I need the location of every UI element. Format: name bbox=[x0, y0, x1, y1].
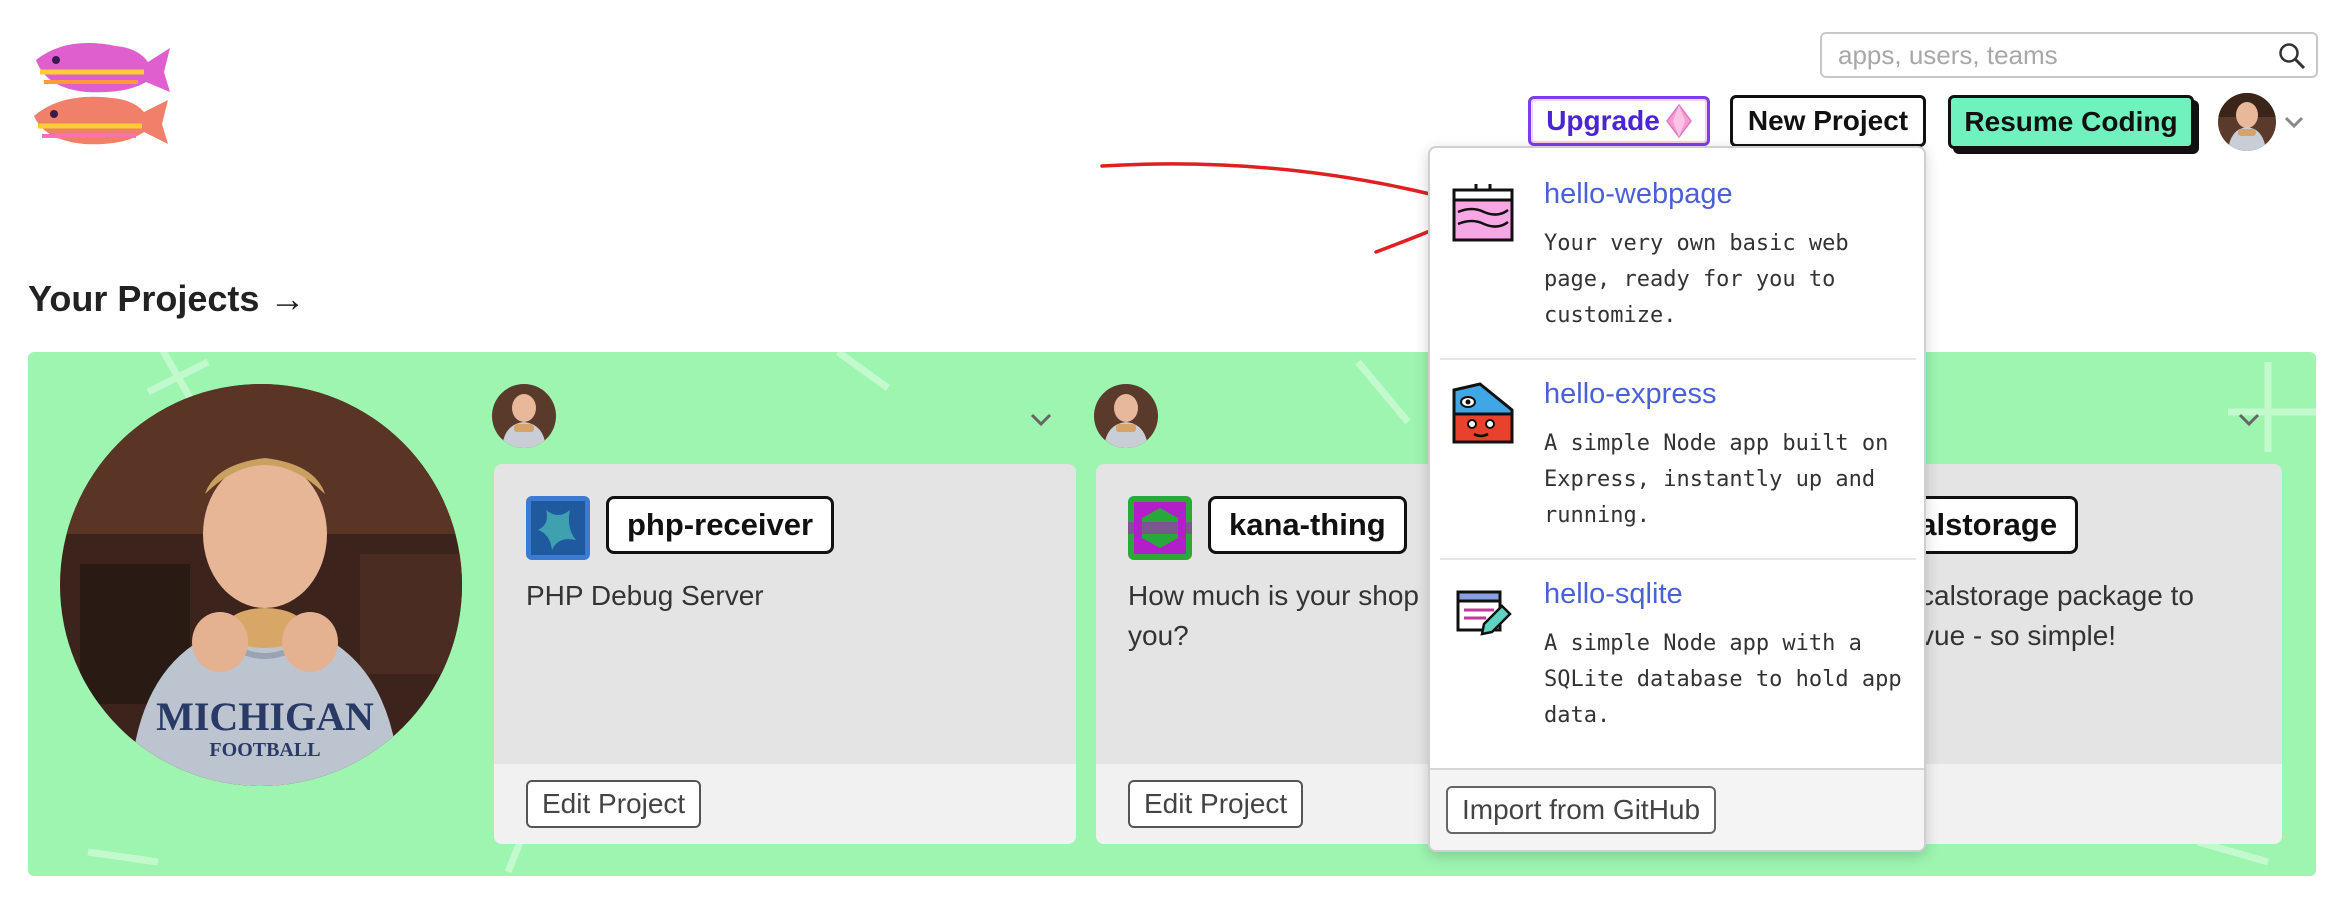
menu-item-description: A simple Node app with a SQLite database… bbox=[1544, 631, 1902, 728]
upgrade-button[interactable]: Upgrade bbox=[1528, 96, 1710, 146]
search-box[interactable] bbox=[1820, 32, 2318, 78]
project-name[interactable]: php-receiver bbox=[606, 496, 835, 554]
menu-footer: Import from GitHub bbox=[1430, 768, 1924, 850]
menu-item-hello-webpage[interactable]: hello-webpage Your very own basic web pa… bbox=[1440, 148, 1916, 348]
diamond-icon bbox=[1665, 104, 1692, 138]
import-from-github-button[interactable]: Import from GitHub bbox=[1446, 786, 1717, 834]
svg-text:FOOTBALL: FOOTBALL bbox=[209, 739, 320, 761]
project-avatar-icon bbox=[526, 496, 590, 560]
menu-item-title[interactable]: hello-express bbox=[1544, 378, 1716, 411]
search-icon[interactable] bbox=[2278, 42, 2306, 70]
menu-item-description: Your very own basic web page, ready for … bbox=[1544, 231, 1849, 328]
project-owner-avatar[interactable] bbox=[492, 384, 556, 448]
user-avatar[interactable] bbox=[2218, 93, 2276, 151]
menu-item-hello-sqlite[interactable]: hello-sqlite A simple Node app with a SQ… bbox=[1440, 548, 1916, 748]
edit-project-button[interactable]: Edit Project bbox=[526, 780, 702, 828]
glitch-dashboard: Upgrade New Project Resume Coding Your P… bbox=[0, 0, 2343, 903]
glitch-fish-logo-icon[interactable] bbox=[26, 32, 172, 150]
webpage-icon bbox=[1452, 184, 1514, 242]
svg-text:MICHIGAN: MICHIGAN bbox=[156, 694, 374, 739]
profile-photo: MICHIGAN FOOTBALL bbox=[60, 384, 462, 786]
project-description: calstorage package to vue - so simple! bbox=[1920, 576, 2260, 656]
your-projects-heading[interactable]: Your Projects → bbox=[28, 278, 305, 320]
sqlite-icon bbox=[1456, 590, 1512, 636]
project-description: PHP Debug Server bbox=[526, 580, 764, 611]
resume-coding-label: Resume Coding bbox=[1964, 106, 2178, 137]
project-description-line: calstorage package to bbox=[1920, 580, 2194, 611]
project-description-line: vue - so simple! bbox=[1920, 620, 2117, 651]
search-input[interactable] bbox=[1822, 34, 2242, 76]
chevron-down-icon[interactable] bbox=[2282, 110, 2306, 134]
chevron-down-icon[interactable] bbox=[1028, 406, 1054, 432]
upgrade-label: Upgrade bbox=[1546, 105, 1660, 136]
edit-project-button[interactable]: Edit Project bbox=[1128, 780, 1304, 828]
new-project-button[interactable]: New Project bbox=[1730, 95, 1926, 147]
menu-item-description: A simple Node app built on Express, inst… bbox=[1544, 431, 1889, 528]
project-card-php-receiver[interactable]: php-receiver PHP Debug Server Edit Proje… bbox=[494, 464, 1076, 844]
resume-coding-button[interactable]: Resume Coding bbox=[1948, 95, 2194, 149]
chevron-down-icon[interactable] bbox=[2236, 406, 2262, 432]
menu-item-title[interactable]: hello-webpage bbox=[1544, 178, 1733, 211]
new-project-label: New Project bbox=[1747, 105, 1909, 136]
new-project-menu: hello-webpage Your very own basic web pa… bbox=[1428, 146, 1926, 852]
project-name[interactable]: kana-thing bbox=[1208, 496, 1407, 554]
menu-item-hello-express[interactable]: hello-express A simple Node app built on… bbox=[1440, 348, 1916, 548]
project-avatar-icon bbox=[1128, 496, 1192, 560]
project-owner-avatar[interactable] bbox=[1094, 384, 1158, 448]
express-icon bbox=[1452, 382, 1514, 444]
menu-item-title[interactable]: hello-sqlite bbox=[1544, 578, 1683, 611]
